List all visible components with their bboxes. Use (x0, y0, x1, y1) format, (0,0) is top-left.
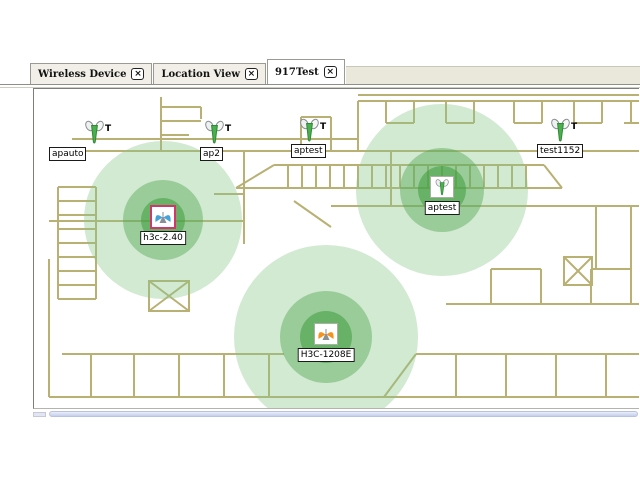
ap-label: ap2 (200, 147, 223, 161)
tab-917test[interactable]: 917Test × (267, 59, 345, 84)
ap-type-badge: T (225, 124, 231, 134)
tab-bar: Wireless Device × Location View × 917Tes… (30, 59, 640, 84)
tab-close-icon[interactable]: × (245, 68, 258, 80)
butterfly-ap-glyph (317, 326, 335, 342)
tab-close-icon[interactable]: × (324, 66, 337, 78)
coverage-ap-icon (430, 176, 454, 198)
scrollbar-left-button[interactable] (33, 412, 46, 417)
tab-close-icon[interactable]: × (131, 68, 144, 80)
antenna-ap-glyph (434, 178, 451, 197)
ap-type-badge: T (571, 122, 577, 132)
antenna-ap-icon (83, 119, 107, 146)
map-view: h3c-2.40 aptest H3C-1208E T apaut (33, 88, 639, 409)
butterfly-ap-glyph (154, 209, 172, 225)
ap-type-badge: T (105, 124, 111, 134)
coverage-ap-icon (314, 323, 338, 345)
antenna-ap-icon (203, 119, 227, 146)
coverage-ap-label: H3C-1208E (298, 348, 355, 362)
marker-layer: h3c-2.40 aptest H3C-1208E T apaut (34, 89, 639, 408)
tab-label: Wireless Device (38, 69, 126, 80)
tab-strip-filler (346, 66, 640, 84)
coverage-ap-label: aptest (425, 201, 460, 215)
ap-label: test1152 (537, 144, 583, 158)
scrollbar-thumb[interactable] (49, 411, 638, 417)
tab-label: Location View (161, 69, 239, 80)
tab-label: 917Test (275, 67, 319, 78)
ap-label: apauto (49, 147, 86, 161)
tab-wireless-device[interactable]: Wireless Device × (30, 63, 152, 84)
tab-location-view[interactable]: Location View × (153, 63, 265, 84)
ap-type-badge: T (320, 122, 326, 132)
antenna-ap-icon (298, 117, 322, 144)
coverage-ap-label: h3c-2.40 (140, 231, 186, 245)
horizontal-scrollbar[interactable] (33, 411, 639, 418)
coverage-ap-icon (150, 205, 176, 229)
antenna-ap-icon (549, 117, 573, 144)
ap-label: aptest (291, 144, 326, 158)
